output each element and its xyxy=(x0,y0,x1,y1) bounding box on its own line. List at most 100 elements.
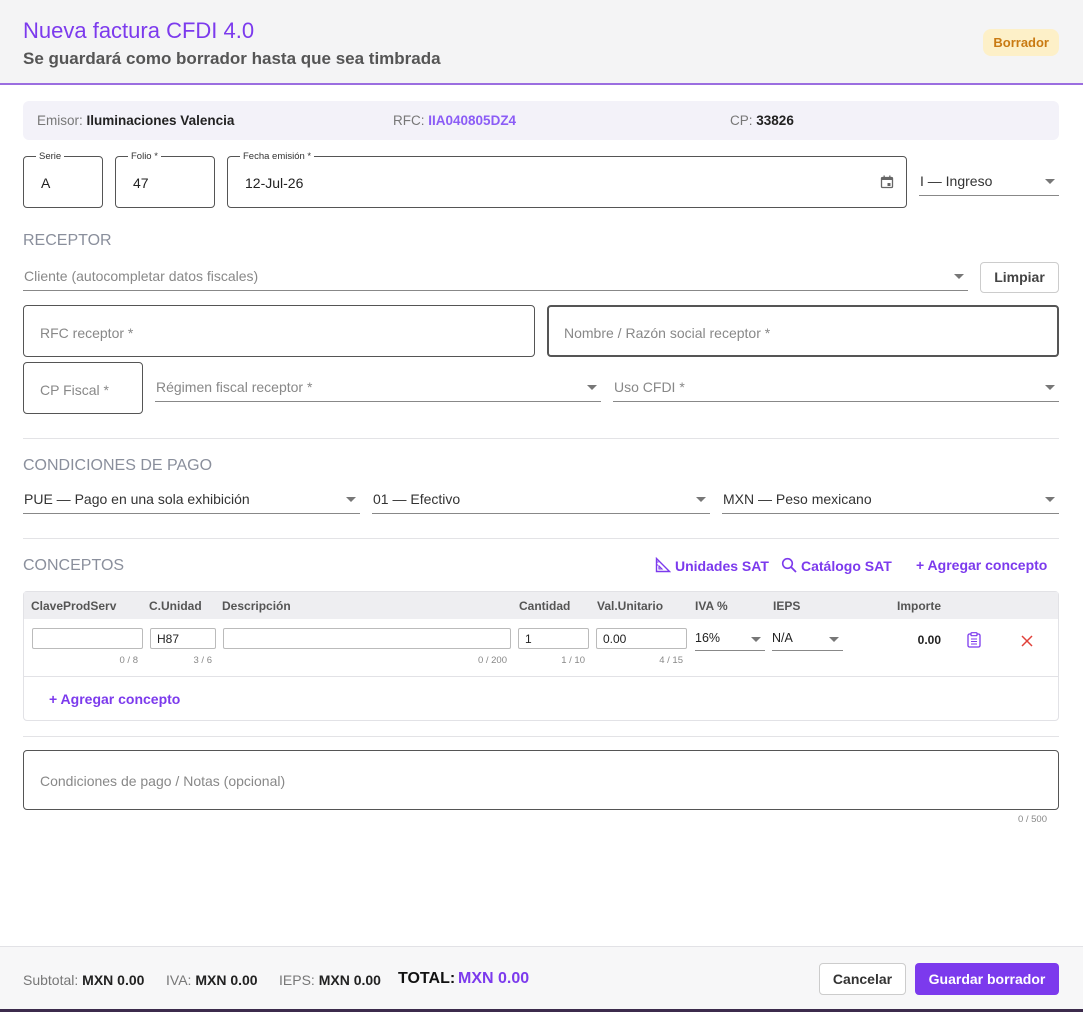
calendar-icon[interactable] xyxy=(880,175,894,192)
notas-placeholder: Condiciones de pago / Notas (opcional) xyxy=(40,773,286,789)
col-header: Val.Unitario xyxy=(597,599,664,613)
moneda-select[interactable]: MXN — Peso mexicano xyxy=(722,486,1059,514)
uso-cfdi-select[interactable]: Uso CFDI * xyxy=(613,374,1059,402)
chevron-down-icon xyxy=(696,497,706,502)
fecha-value: 12-Jul-26 xyxy=(245,175,304,191)
dialog-subtitle: Se guardará como borrador hasta que sea … xyxy=(23,49,441,68)
subtotal-group: Subtotal: MXN 0.00 xyxy=(23,972,144,988)
divider xyxy=(23,538,1059,539)
status-badge: Borrador xyxy=(983,29,1059,56)
clipboard-icon[interactable] xyxy=(967,632,981,651)
iva-value: MXN 0.00 xyxy=(195,972,258,988)
agregar-concepto-top-button[interactable]: + Agregar concepto xyxy=(916,557,1047,573)
cp-fiscal-field[interactable]: CP Fiscal * xyxy=(23,362,143,414)
col-header: IVA % xyxy=(695,599,728,613)
chevron-down-icon xyxy=(1045,179,1055,184)
tipo-comprobante-select[interactable]: I — Ingreso xyxy=(919,168,1059,196)
folio-field[interactable]: Folio * 47 xyxy=(115,151,215,208)
cp-value: 33826 xyxy=(756,113,794,128)
folio-label: Folio * xyxy=(128,151,161,162)
cantidad-input[interactable]: 1 xyxy=(518,628,589,649)
chevron-down-icon xyxy=(751,637,761,642)
catalogo-sat-label: Catálogo SAT xyxy=(801,558,892,574)
emisor-value: Iluminaciones Valencia xyxy=(86,113,235,128)
fecha-label: Fecha emisión * xyxy=(240,151,315,162)
ieps-label: IEPS: xyxy=(279,972,315,988)
chevron-down-icon xyxy=(1045,385,1055,390)
cantidad-counter: 1 / 10 xyxy=(561,655,585,666)
clave-counter: 0 / 8 xyxy=(119,655,139,666)
unidades-sat-button[interactable]: Unidades SAT xyxy=(655,556,769,576)
close-icon[interactable] xyxy=(1021,634,1033,650)
col-header: Cantidad xyxy=(519,599,571,613)
dialog-footer: Subtotal: MXN 0.00 IVA: MXN 0.00 IEPS: M… xyxy=(0,946,1083,1012)
nombre-receptor-field[interactable]: Nombre / Razón social receptor * xyxy=(547,305,1059,357)
chevron-down-icon xyxy=(346,497,356,502)
unidades-sat-label: Unidades SAT xyxy=(675,558,769,574)
ieps-group: IEPS: MXN 0.00 xyxy=(279,972,381,988)
clave-prod-serv-input[interactable] xyxy=(32,628,143,649)
metodo-pago-value: PUE — Pago en una sola exhibición xyxy=(24,491,250,507)
ieps-value: N/A xyxy=(772,631,793,645)
forma-pago-select[interactable]: 01 — Efectivo xyxy=(372,486,710,514)
uso-cfdi-placeholder: Uso CFDI * xyxy=(614,379,685,395)
importe-value: 0.00 xyxy=(917,633,941,647)
dialog-header: Nueva factura CFDI 4.0 Se guardará como … xyxy=(0,0,1083,85)
descripcion-input[interactable] xyxy=(223,628,511,649)
forma-pago-value: 01 — Efectivo xyxy=(373,491,461,507)
section-receptor: RECEPTOR xyxy=(23,232,112,249)
subtotal-value: MXN 0.00 xyxy=(82,972,145,988)
rfc-group: RFC: IIA040805DZ4 xyxy=(393,113,516,128)
nombre-receptor-placeholder: Nombre / Razón social receptor * xyxy=(564,325,771,341)
unidad-counter: 3 / 6 xyxy=(193,655,213,666)
emisor-info-bar: Emisor: Iluminaciones Valencia RFC: IIA0… xyxy=(23,101,1059,140)
regimen-placeholder: Régimen fiscal receptor * xyxy=(156,379,313,395)
emisor-label: Emisor: xyxy=(37,113,83,128)
iva-label: IVA: xyxy=(166,972,192,988)
rfc-receptor-placeholder: RFC receptor * xyxy=(40,325,134,341)
descripcion-counter: 0 / 200 xyxy=(477,655,507,666)
chevron-down-icon xyxy=(829,637,839,642)
total-label: TOTAL: xyxy=(398,970,456,987)
cancel-button[interactable]: Cancelar xyxy=(819,963,906,995)
regimen-fiscal-select[interactable]: Régimen fiscal receptor * xyxy=(155,374,601,402)
conceptos-table: ClaveProdServ C.Unidad Descripción Canti… xyxy=(23,591,1059,721)
col-header: Descripción xyxy=(222,599,291,613)
section-condiciones-pago: CONDICIONES DE PAGO xyxy=(23,457,213,474)
chevron-down-icon xyxy=(954,274,964,279)
cp-fiscal-placeholder: CP Fiscal * xyxy=(40,382,109,398)
row-separator xyxy=(24,676,1058,677)
cliente-placeholder: Cliente (autocompletar datos fiscales) xyxy=(24,268,259,284)
ieps-select[interactable]: N/A xyxy=(772,628,843,651)
cp-group: CP: 33826 xyxy=(730,113,794,128)
serie-label: Serie xyxy=(36,151,65,162)
dialog-title: Nueva factura CFDI 4.0 xyxy=(23,18,255,43)
catalogo-sat-button[interactable]: Catálogo SAT xyxy=(781,557,892,576)
save-draft-button[interactable]: Guardar borrador xyxy=(915,963,1059,995)
divider xyxy=(23,438,1059,439)
limpiar-button[interactable]: Limpiar xyxy=(980,262,1059,293)
agregar-concepto-bottom-button[interactable]: + Agregar concepto xyxy=(49,691,180,707)
fecha-emision-field[interactable]: Fecha emisión * 12-Jul-26 xyxy=(227,151,907,208)
cliente-autocomplete[interactable]: Cliente (autocompletar datos fiscales) xyxy=(23,263,968,291)
clave-unidad-input[interactable]: H87 xyxy=(150,628,216,649)
valor-unitario-input[interactable]: 0.00 xyxy=(596,628,687,649)
moneda-value: MXN — Peso mexicano xyxy=(723,491,872,507)
rfc-value: IIA040805DZ4 xyxy=(428,113,517,128)
notas-counter: 0 / 500 xyxy=(1017,814,1047,825)
iva-group: IVA: MXN 0.00 xyxy=(166,972,258,988)
iva-select[interactable]: 16% xyxy=(695,628,765,651)
emisor-group: Emisor: Iluminaciones Valencia xyxy=(37,113,234,128)
chevron-down-icon xyxy=(587,385,597,390)
rfc-receptor-field[interactable]: RFC receptor * xyxy=(23,305,535,357)
cp-label: CP: xyxy=(730,113,753,128)
serie-value: A xyxy=(41,175,51,191)
subtotal-label: Subtotal: xyxy=(23,972,79,988)
metodo-pago-select[interactable]: PUE — Pago en una sola exhibición xyxy=(23,486,360,514)
folio-value: 47 xyxy=(133,175,149,191)
rfc-label: RFC: xyxy=(393,113,425,128)
serie-field[interactable]: Serie A xyxy=(23,151,103,208)
search-icon xyxy=(781,557,797,576)
section-conceptos: CONCEPTOS xyxy=(23,557,125,574)
notas-textarea[interactable]: Condiciones de pago / Notas (opcional) xyxy=(23,750,1059,810)
